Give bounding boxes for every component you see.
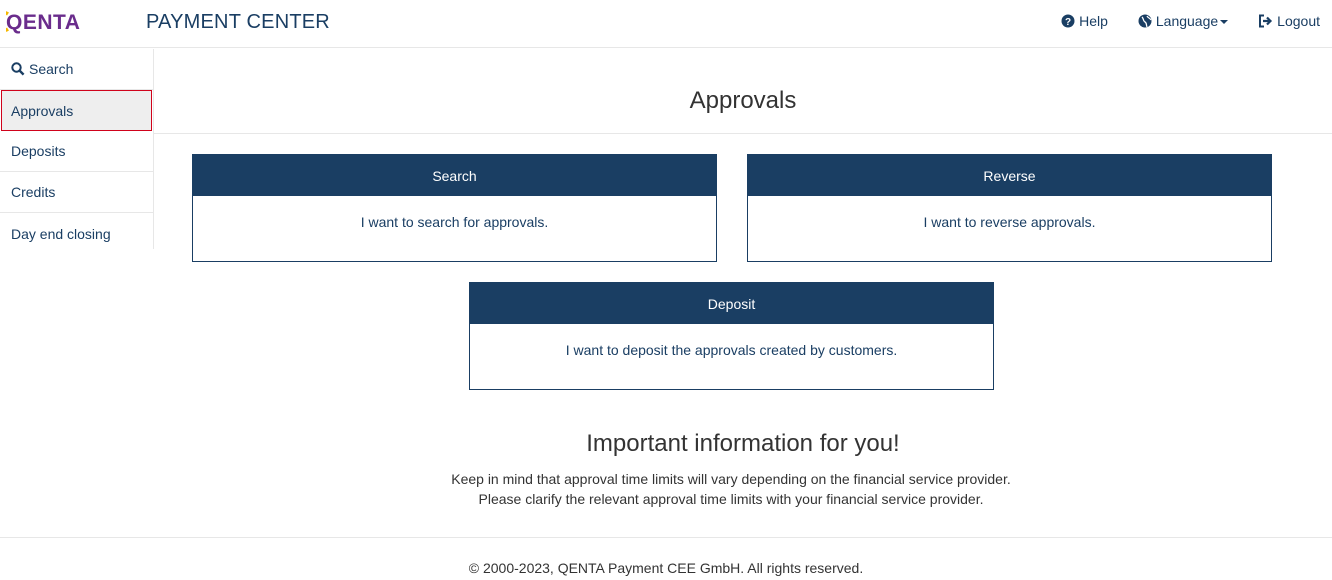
card-title: Deposit (470, 283, 993, 324)
svg-text:?: ? (1065, 17, 1071, 28)
sidebar-item-deposits[interactable]: Deposits (0, 131, 153, 172)
sidebar-item-credits[interactable]: Credits (0, 172, 153, 213)
page-header: Approvals (154, 49, 1332, 134)
help-label: Help (1079, 13, 1108, 29)
card-description: I want to reverse approvals. (923, 214, 1096, 230)
question-circle-icon: ? (1061, 14, 1075, 28)
card-description: I want to search for approvals. (360, 214, 549, 230)
header-nav: ? Help Language Logout (1031, 13, 1320, 29)
sidebar-item-approvals[interactable]: Approvals (1, 90, 152, 131)
caret-down-icon (1220, 20, 1229, 24)
card-description: I want to deposit the approvals created … (565, 342, 898, 358)
logout-label: Logout (1277, 13, 1320, 29)
search-icon (11, 62, 25, 76)
info-line-1: Keep in mind that approval time limits w… (451, 471, 1011, 487)
sidebar-item-label: Approvals (11, 102, 74, 119)
logout-link[interactable]: Logout (1258, 13, 1320, 29)
page-title: Approvals (689, 87, 797, 114)
top-navbar: QENTA PAYMENT CENTER ? Help Language Log… (0, 0, 1332, 48)
card-title: Reverse (748, 155, 1271, 196)
reverse-approvals-card[interactable]: Reverse I want to reverse approvals. (747, 154, 1272, 262)
app-brand-title: PAYMENT CENTER (146, 11, 330, 33)
sidebar-item-label: Day end closing (11, 225, 111, 242)
sidebar-item-label: Deposits (11, 143, 66, 159)
sidebar-item-day-end-closing[interactable]: Day end closing (0, 213, 153, 254)
sign-out-icon (1259, 14, 1273, 28)
copyright-text: © 2000-2023, QENTA Payment CEE GmbH. All… (468, 560, 864, 576)
help-link[interactable]: ? Help (1061, 13, 1108, 29)
sidebar-item-label: Credits (11, 184, 56, 200)
info-heading: Important information for you! (586, 430, 900, 457)
language-label: Language (1155, 13, 1219, 29)
info-text: Keep in mind that approval time limits w… (154, 469, 1308, 509)
globe-icon (1138, 14, 1152, 28)
svg-text:QENTA: QENTA (6, 11, 80, 34)
sidebar-item-search[interactable]: Search (0, 49, 153, 90)
sidebar-item-label: Search (29, 61, 74, 77)
language-dropdown[interactable]: Language (1138, 13, 1229, 29)
footer: © 2000-2023, QENTA Payment CEE GmbH. All… (0, 537, 1332, 580)
card-title: Search (193, 155, 716, 196)
qenta-logo[interactable]: QENTA (6, 10, 102, 34)
sidebar: Search Approvals Deposits Credits Day en… (0, 49, 154, 249)
search-approvals-card[interactable]: Search I want to search for approvals. (192, 154, 717, 262)
deposit-approvals-card[interactable]: Deposit I want to deposit the approvals … (469, 282, 994, 390)
info-line-2: Please clarify the relevant approval tim… (478, 491, 984, 507)
